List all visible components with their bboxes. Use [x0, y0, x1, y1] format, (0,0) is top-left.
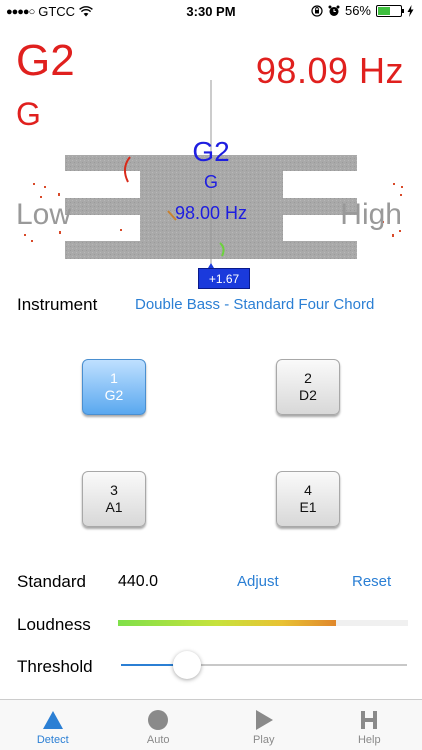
- cents-offset-badge: +1.67: [198, 268, 250, 289]
- tab-bar: Detect Auto Play Help: [0, 699, 422, 750]
- string-note: A1: [105, 499, 123, 515]
- instrument-selector[interactable]: Double Bass - Standard Four Chord: [135, 296, 374, 313]
- adjust-button[interactable]: Adjust: [237, 573, 279, 590]
- standard-label: Standard: [17, 572, 86, 591]
- instrument-label: Instrument: [17, 295, 98, 314]
- battery-percent: 56%: [344, 3, 371, 18]
- string-button-2[interactable]: 2 D2: [276, 359, 340, 415]
- battery-icon: [376, 4, 404, 17]
- tab-label: Detect: [36, 734, 69, 746]
- status-bar: ●●●●○ GTCC 3:30 PM 56%: [0, 0, 422, 24]
- tab-label: Auto: [146, 734, 170, 746]
- threshold-slider-knob[interactable]: [172, 651, 201, 679]
- triangle-icon: [42, 711, 63, 729]
- orientation-lock-icon: [311, 4, 323, 17]
- reset-button[interactable]: Reset: [352, 573, 391, 590]
- target-note: G2: [192, 136, 230, 167]
- tab-detect[interactable]: Detect: [0, 700, 106, 750]
- loudness-meter: [118, 620, 408, 626]
- loudness-meter-fill: [118, 620, 336, 626]
- charging-icon: [407, 4, 414, 17]
- string-number: 1: [110, 370, 118, 386]
- threshold-label: Threshold: [17, 657, 93, 676]
- string-button-1[interactable]: 1 G2: [82, 359, 146, 415]
- string-number: 4: [304, 482, 312, 498]
- string-button-4[interactable]: 4 E1: [276, 471, 340, 527]
- alarm-icon: [328, 5, 340, 16]
- detected-note: G2: [16, 36, 75, 85]
- battery-fill: [378, 6, 391, 15]
- tab-label: Help: [357, 734, 381, 746]
- string-note: E1: [299, 499, 317, 515]
- string-number: 2: [304, 370, 312, 386]
- tab-help[interactable]: Help: [317, 700, 422, 750]
- play-icon: [255, 710, 273, 730]
- tab-play[interactable]: Play: [211, 700, 317, 750]
- string-note: D2: [299, 387, 317, 403]
- loudness-label: Loudness: [17, 615, 91, 634]
- string-number: 3: [110, 482, 118, 498]
- tab-label: Play: [253, 734, 275, 746]
- target-note-name: G: [203, 172, 218, 192]
- string-button-3[interactable]: 3 A1: [82, 471, 146, 527]
- standard-value: 440.0: [118, 573, 159, 590]
- target-frequency: 98.00 Hz: [174, 203, 248, 223]
- tab-auto[interactable]: Auto: [106, 700, 212, 750]
- circle-icon: [148, 710, 169, 730]
- threshold-slider[interactable]: [121, 651, 407, 679]
- help-h-icon: [361, 711, 378, 729]
- string-note: G2: [104, 387, 124, 403]
